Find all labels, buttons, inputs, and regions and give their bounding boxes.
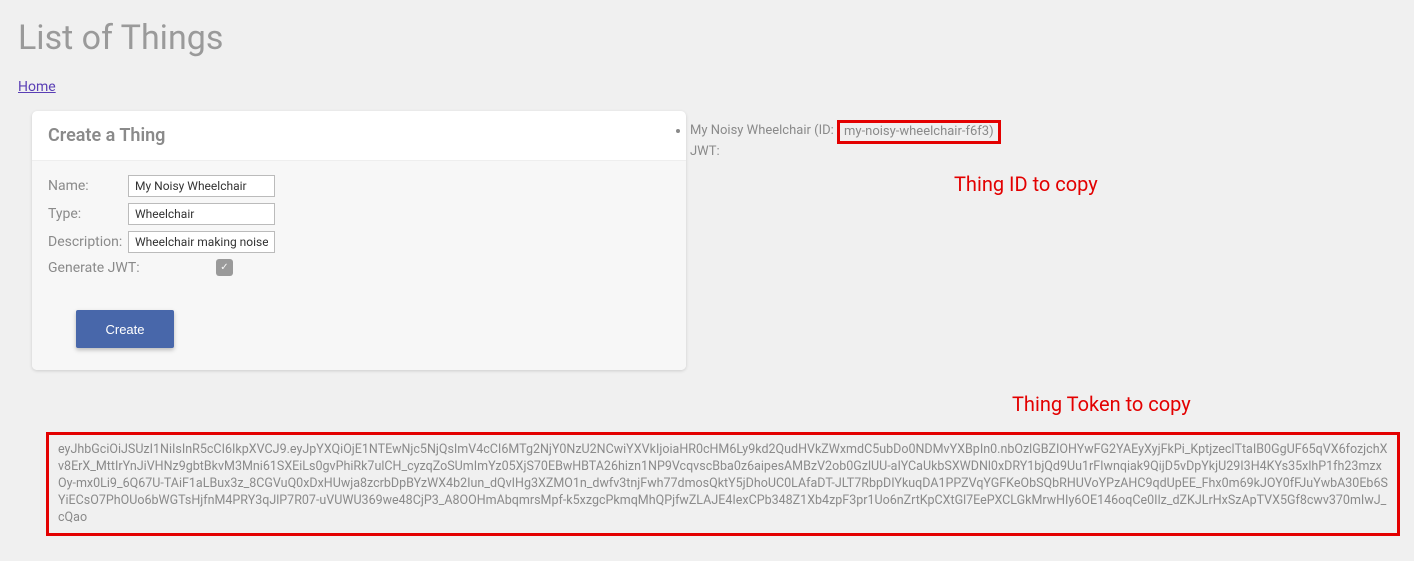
label-description: Description: xyxy=(48,234,128,250)
type-input[interactable] xyxy=(128,203,275,225)
things-list: My Noisy Wheelchair (ID: my-noisy-wheelc… xyxy=(690,119,1001,161)
thing-name: My Noisy Wheelchair xyxy=(690,123,811,138)
label-generate-jwt: Generate JWT: xyxy=(48,260,216,276)
create-button[interactable]: Create xyxy=(76,310,174,348)
card-header: Create a Thing xyxy=(32,111,686,161)
page-title: List of Things xyxy=(18,18,1396,58)
jwt-token-value: eyJhbGciOiJSUzI1NiIsInR5cCI6IkpXVCJ9.eyJ… xyxy=(46,432,1400,536)
thing-list-item: My Noisy Wheelchair (ID: my-noisy-wheelc… xyxy=(690,119,1001,161)
thing-id-prefix: (ID: xyxy=(811,123,837,138)
annotation-thing-id: Thing ID to copy xyxy=(954,172,1098,196)
check-icon: ✓ xyxy=(220,263,228,273)
breadcrumb: Home xyxy=(18,76,1396,95)
thing-jwt-label: JWT: xyxy=(690,144,720,159)
name-input[interactable] xyxy=(128,175,275,197)
label-name: Name: xyxy=(48,178,128,194)
description-input[interactable] xyxy=(128,231,275,253)
label-type: Type: xyxy=(48,206,128,222)
breadcrumb-home-link[interactable]: Home xyxy=(18,79,56,95)
create-thing-card: Create a Thing Name: Type: Description: … xyxy=(32,111,686,370)
annotation-thing-token: Thing Token to copy xyxy=(1012,392,1191,416)
thing-id-value: my-noisy-wheelchair-f6f3) xyxy=(837,120,1001,144)
generate-jwt-checkbox[interactable]: ✓ xyxy=(216,259,233,276)
